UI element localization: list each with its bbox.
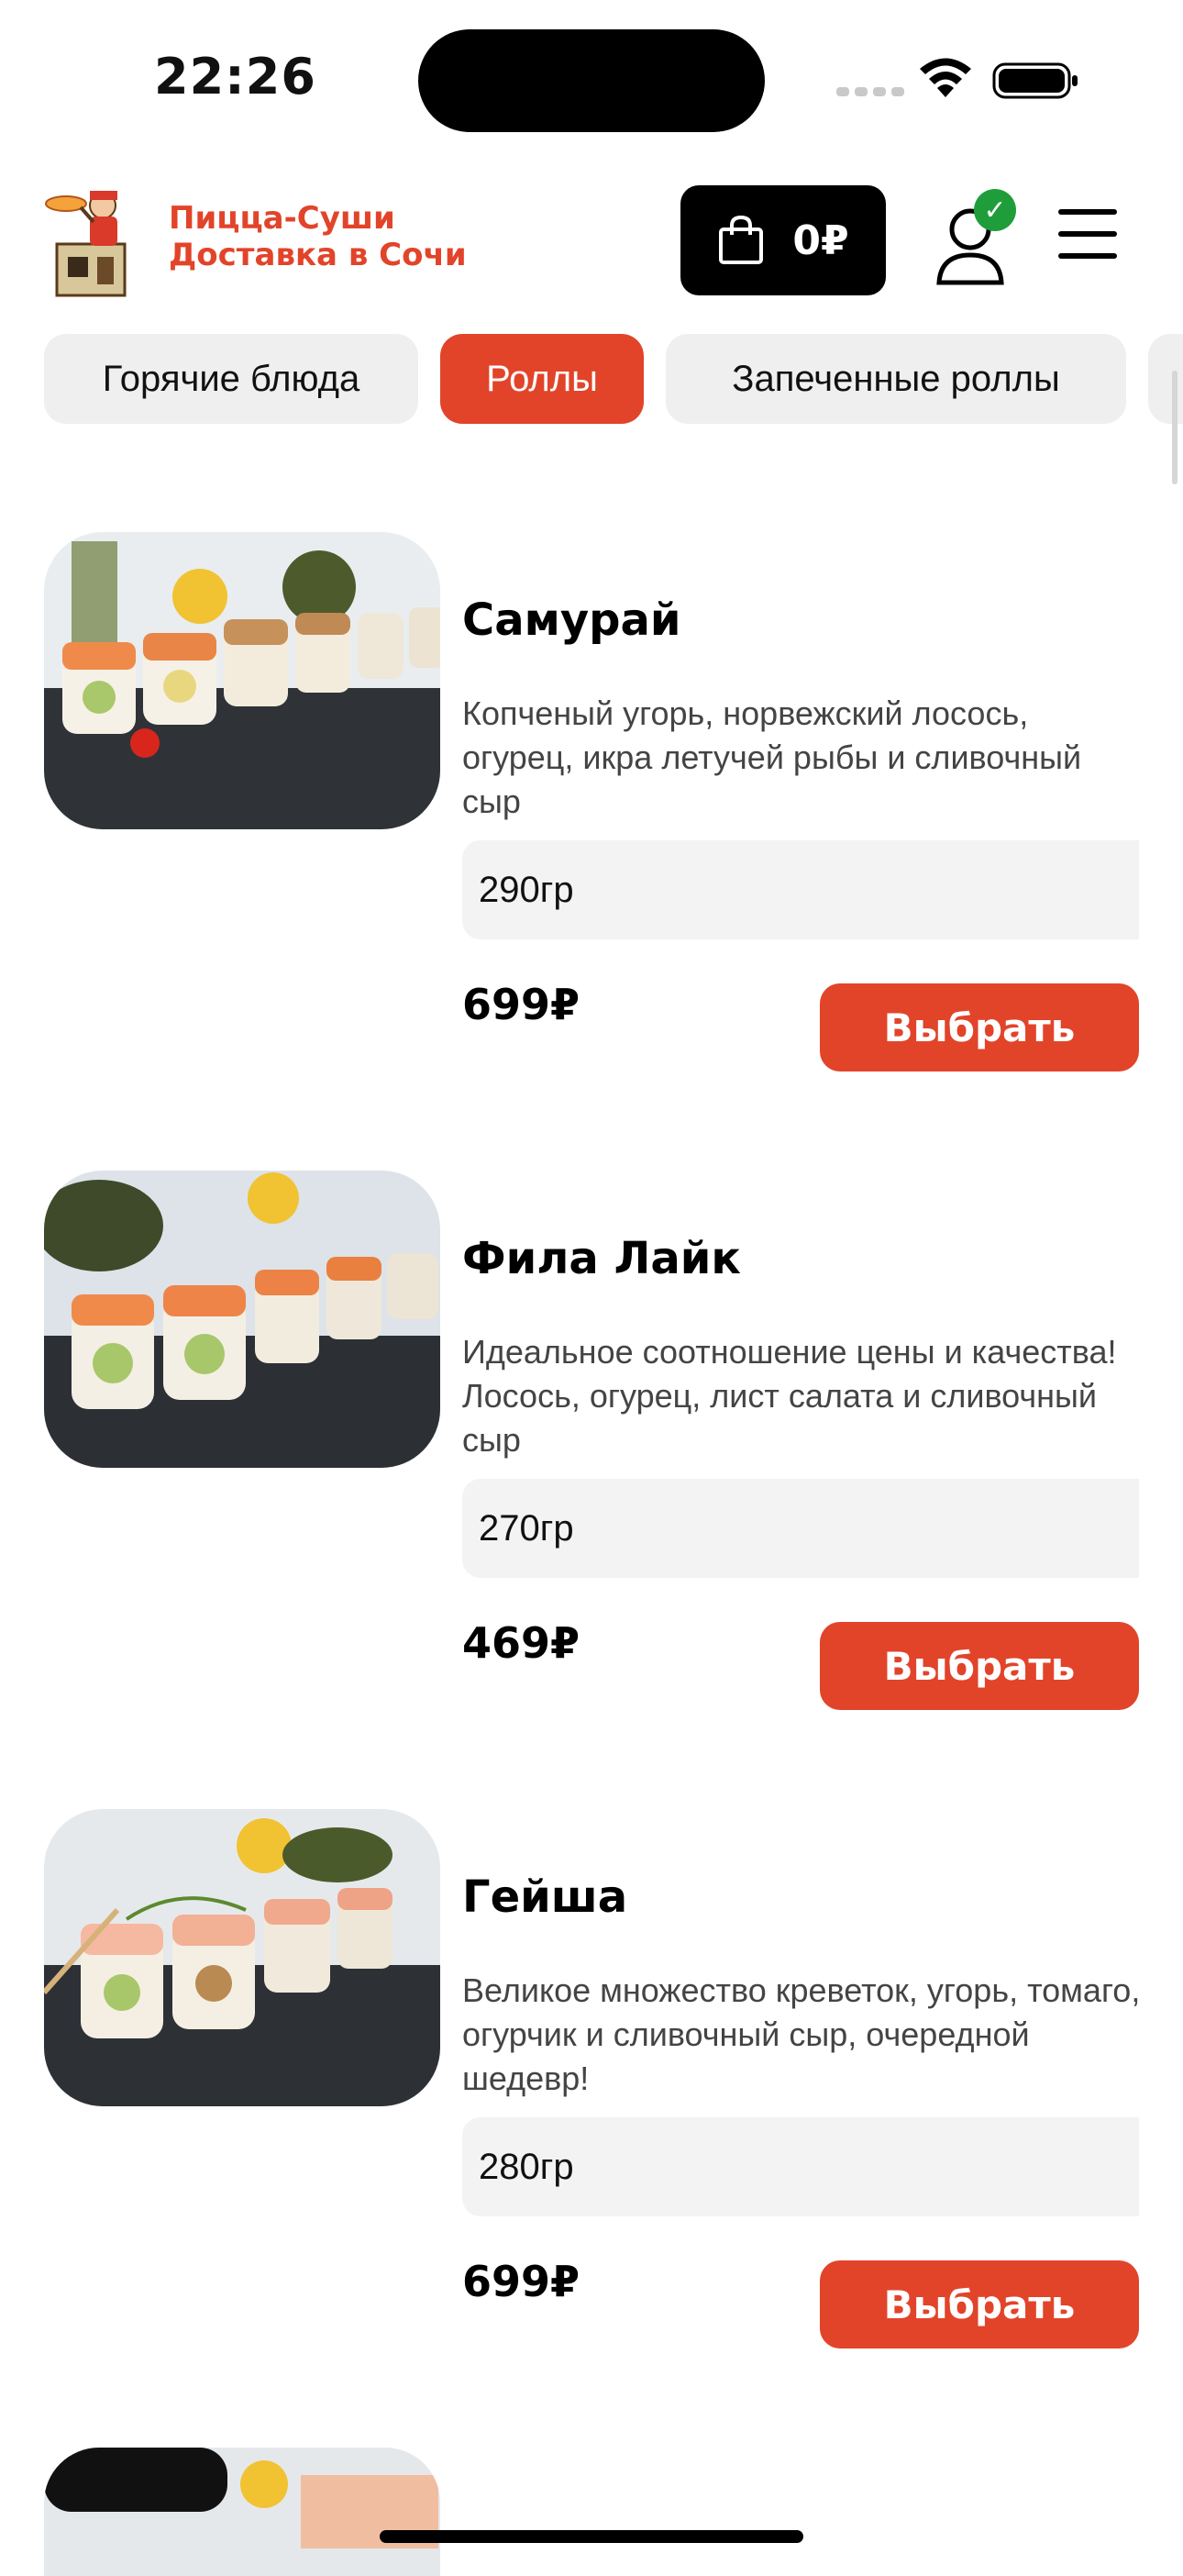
logo-mascot-icon[interactable] — [42, 180, 139, 299]
app-header: Пицца-Суши Доставка в Сочи 0₽ ✓ — [0, 174, 1183, 312]
status-bar: 22:26 — [0, 0, 1183, 156]
product-price: 469₽ — [462, 1618, 580, 1668]
product-price: 699₽ — [462, 980, 580, 1029]
shopping-bag-icon — [719, 215, 764, 264]
category-tabs: Горячие блюда Роллы Запеченные роллы — [0, 334, 1183, 426]
product-price: 699₽ — [462, 2257, 580, 2306]
logo-text[interactable]: Пицца-Суши Доставка в Сочи — [169, 200, 467, 273]
logo-line-2: Доставка в Сочи — [169, 237, 467, 273]
status-time: 22:26 — [154, 48, 316, 105]
home-indicator[interactable] — [380, 2530, 803, 2543]
product-weight: 290гр — [462, 840, 1139, 939]
tab-rolls[interactable]: Роллы — [440, 334, 644, 424]
logo-line-1: Пицца-Суши — [169, 200, 395, 237]
product-photo[interactable] — [44, 532, 440, 829]
cart-button[interactable]: 0₽ — [680, 185, 886, 295]
product-name: Самурай — [462, 594, 681, 646]
choose-button[interactable]: Выбрать — [820, 983, 1139, 1071]
cart-amount: 0₽ — [792, 217, 849, 264]
product-name: Фила Лайк — [462, 1233, 741, 1284]
dynamic-island — [418, 29, 765, 132]
product-weight: 280гр — [462, 2117, 1139, 2216]
battery-icon — [992, 62, 1078, 99]
logged-in-check-badge: ✓ — [974, 189, 1016, 231]
product-description: Идеальное соотношение цены и качества! Л… — [462, 1333, 1117, 1459]
wifi-icon — [920, 58, 971, 97]
tab-next-partial[interactable] — [1148, 334, 1183, 424]
hamburger-menu-icon[interactable] — [1058, 209, 1117, 264]
product-photo-partial[interactable] — [44, 2448, 440, 2576]
product-description: Копченый угорь, норвежский лосось, огуре… — [462, 694, 1082, 820]
tab-baked-rolls[interactable]: Запеченные роллы — [666, 334, 1126, 424]
product-card: Фила Лайк Идеальное соотношение цены и к… — [0, 1171, 1183, 1721]
tabs-scroll-indicator — [1172, 371, 1177, 484]
product-card: Гейша Великое множество креветок, угорь,… — [0, 1809, 1183, 2359]
choose-button[interactable]: Выбрать — [820, 2260, 1139, 2348]
product-photo[interactable] — [44, 1171, 440, 1468]
product-card: Самурай Копченый угорь, норвежский лосос… — [0, 532, 1183, 1083]
product-name: Гейша — [462, 1871, 628, 1923]
cellular-signal-icon — [836, 83, 910, 100]
choose-button[interactable]: Выбрать — [820, 1622, 1139, 1710]
tab-hot-dishes[interactable]: Горячие блюда — [44, 334, 418, 424]
product-description: Великое множество креветок, угорь, томаг… — [462, 1971, 1141, 2097]
product-weight: 270гр — [462, 1479, 1139, 1578]
product-photo[interactable] — [44, 1809, 440, 2106]
